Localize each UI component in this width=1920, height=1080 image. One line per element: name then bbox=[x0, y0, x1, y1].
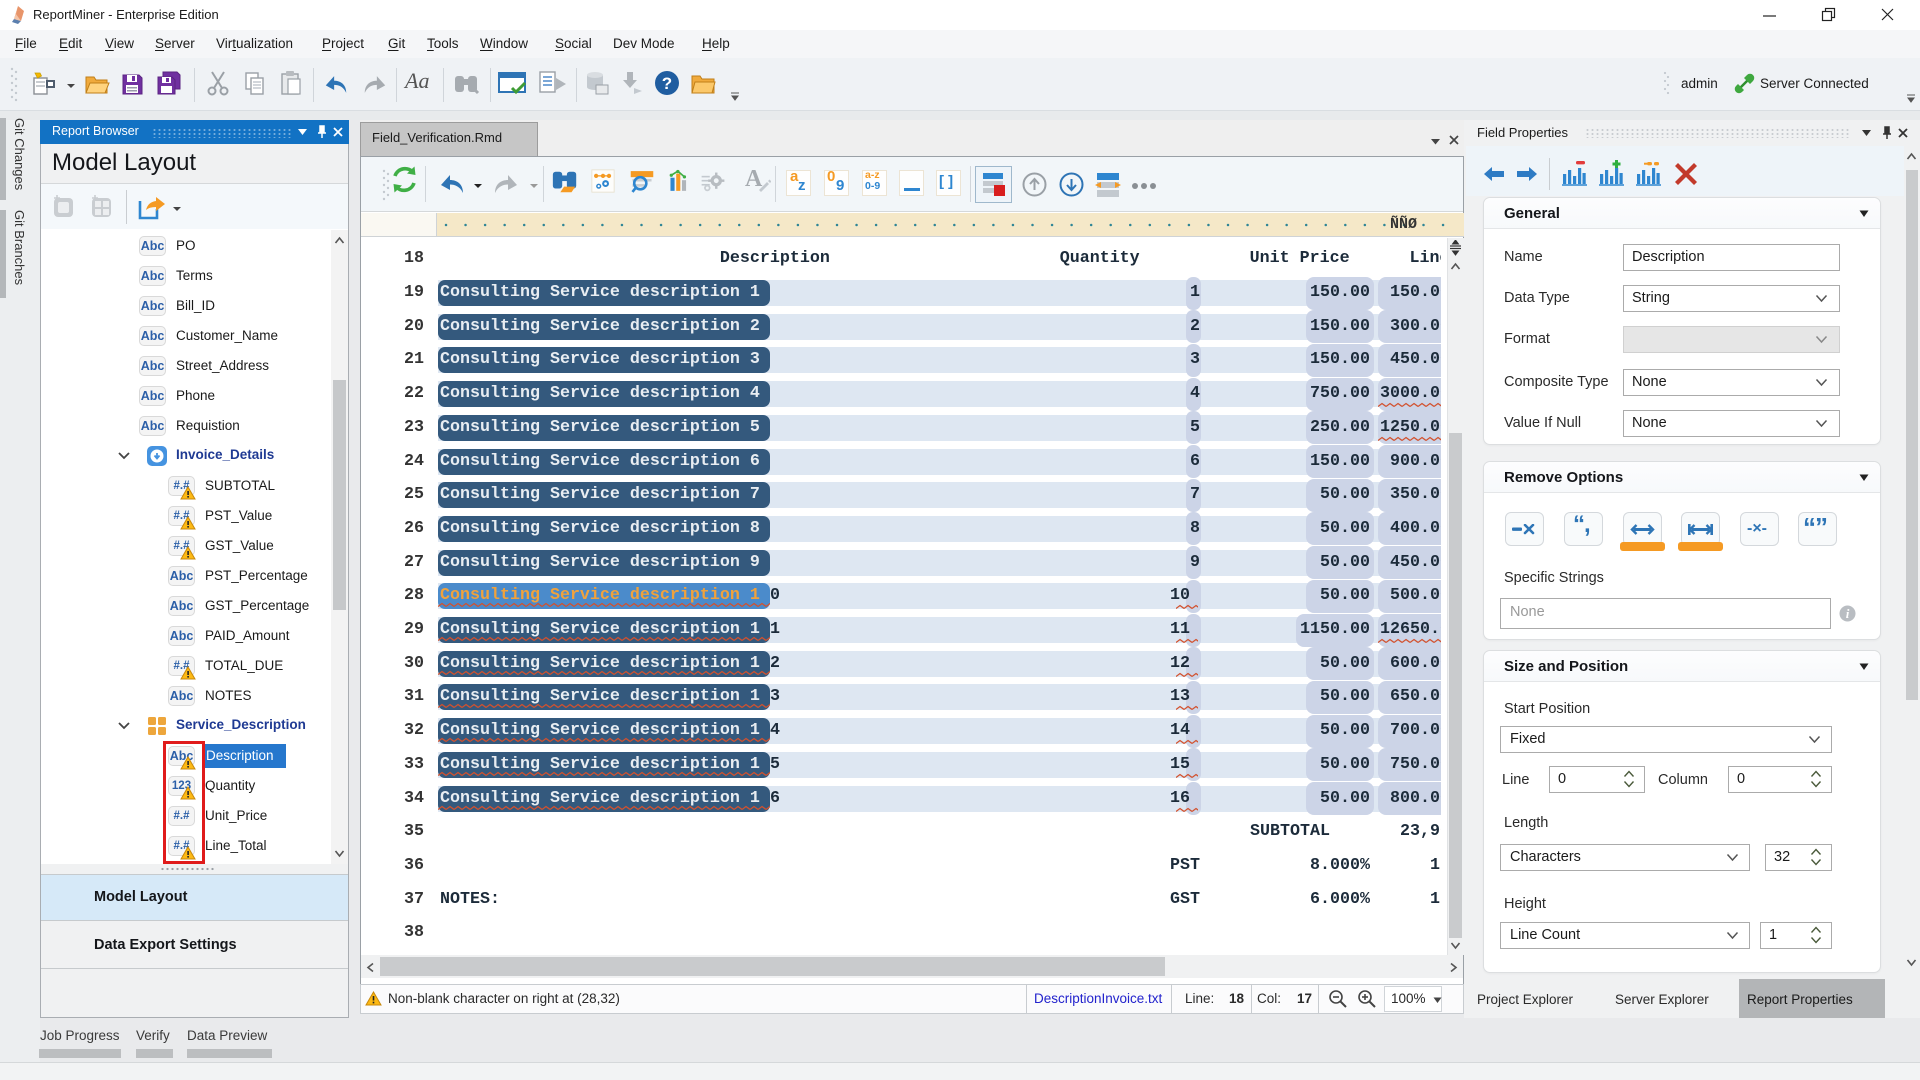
svg-text:?: ? bbox=[662, 74, 672, 93]
svg-text:i: i bbox=[1846, 606, 1850, 621]
